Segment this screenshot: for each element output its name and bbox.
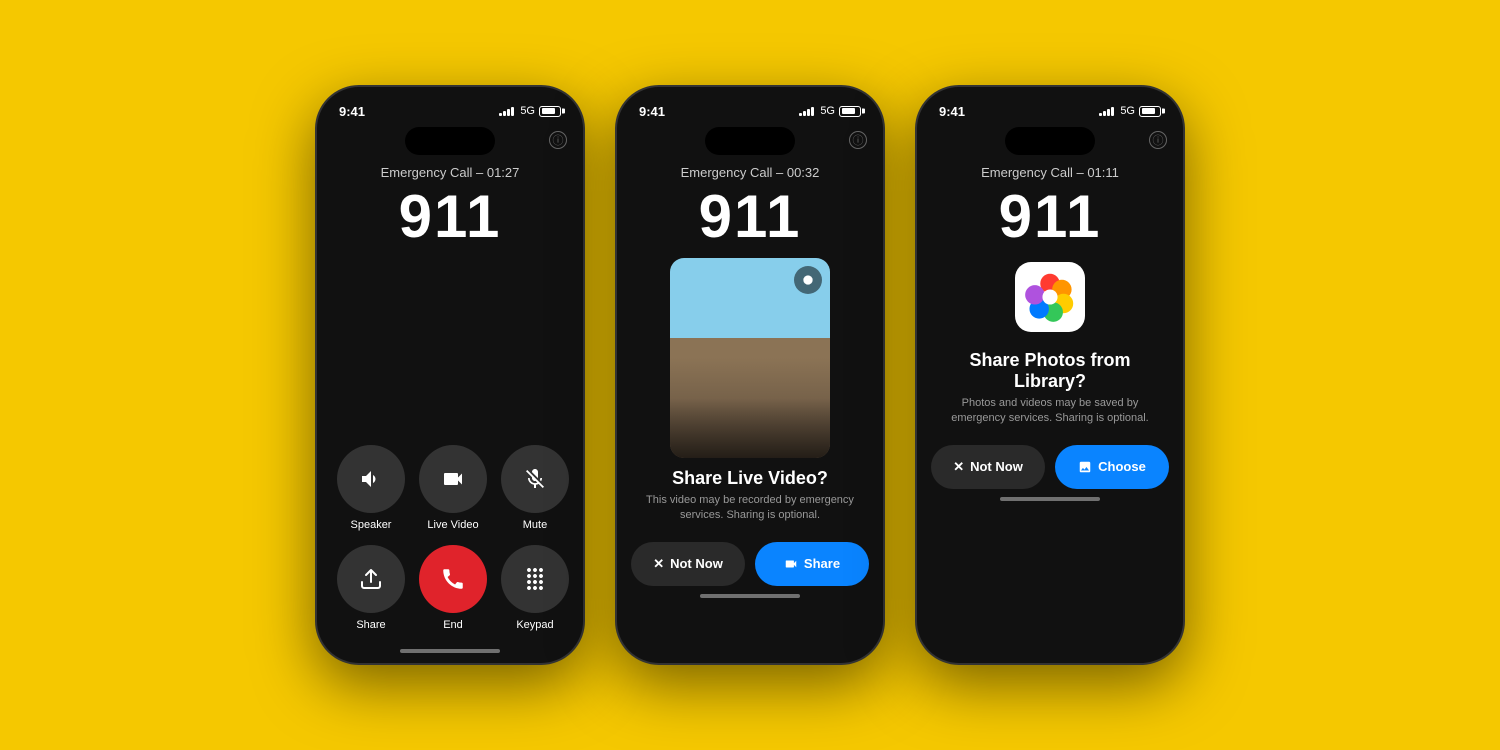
- info-button-1[interactable]: ⓘ: [549, 131, 567, 149]
- mute-circle: [501, 445, 569, 513]
- phone-2: 9:41 5G ⓘ Emergency Call – 00:32 911: [615, 85, 885, 665]
- time-2: 9:41: [639, 104, 665, 119]
- camera-indicator-icon: [801, 273, 815, 287]
- live-video-label: Live Video: [427, 519, 478, 531]
- share-label: Share: [356, 619, 385, 631]
- share-video-icon: [784, 557, 798, 571]
- keypad-circle: [501, 545, 569, 613]
- call-info-2: Emergency Call – 00:32 911: [617, 155, 883, 250]
- home-indicator-2: [700, 594, 800, 598]
- dynamic-island-2: [705, 127, 795, 155]
- status-bar-3: 9:41 5G: [917, 87, 1183, 123]
- battery-icon-3: [1139, 106, 1161, 117]
- home-indicator-3: [1000, 497, 1100, 501]
- status-bar-1: 9:41 5G: [317, 87, 583, 123]
- signal-icon-1: [499, 106, 514, 116]
- live-video-control[interactable]: Live Video: [419, 445, 487, 531]
- mute-control[interactable]: Mute: [501, 445, 569, 531]
- share-photos-title: Share Photos from Library?: [917, 340, 1183, 396]
- x-icon-2: ✕: [653, 556, 664, 572]
- status-icons-2: 5G: [799, 105, 861, 117]
- home-indicator-1: [400, 649, 500, 653]
- signal-icon-2: [799, 106, 814, 116]
- keypad-label: Keypad: [516, 619, 553, 631]
- battery-icon-2: [839, 106, 861, 117]
- keypad-control[interactable]: Keypad: [501, 545, 569, 631]
- speaker-icon: [359, 467, 383, 491]
- call-info-1: Emergency Call – 01:27 911: [317, 155, 583, 250]
- status-bar-2: 9:41 5G: [617, 87, 883, 123]
- battery-icon-1: [539, 106, 561, 117]
- speaker-circle: [337, 445, 405, 513]
- call-controls: Speaker Live Video Mute: [317, 425, 583, 641]
- dynamic-island-1: [405, 127, 495, 155]
- share-button[interactable]: Share: [755, 542, 869, 586]
- network-type-2: 5G: [820, 105, 835, 117]
- time-3: 9:41: [939, 104, 965, 119]
- speaker-control[interactable]: Speaker: [337, 445, 405, 531]
- video-shadow: [670, 398, 830, 458]
- call-number-3: 911: [917, 184, 1183, 250]
- share-video-actions: ✕ Not Now Share: [617, 534, 883, 586]
- end-label: End: [443, 619, 463, 631]
- share-photos-sub: Photos and videos may be saved by emerge…: [917, 396, 1183, 437]
- live-video-preview: [670, 258, 830, 458]
- photos-app-icon: [1015, 262, 1085, 332]
- mute-icon: [523, 467, 547, 491]
- status-icons-3: 5G: [1099, 105, 1161, 117]
- share-video-title: Share Live Video?: [617, 458, 883, 493]
- choose-button[interactable]: Choose: [1055, 445, 1169, 489]
- keypad-icon: [523, 567, 547, 591]
- status-icons-1: 5G: [499, 105, 561, 117]
- speaker-label: Speaker: [351, 519, 392, 531]
- x-icon-3: ✕: [953, 459, 964, 475]
- call-label-2: Emergency Call – 00:32: [617, 165, 883, 180]
- share-icon: [359, 567, 383, 591]
- live-video-circle: [419, 445, 487, 513]
- mute-label: Mute: [523, 519, 547, 531]
- choose-photos-icon: [1078, 460, 1092, 474]
- camera-icon: [441, 467, 465, 491]
- call-info-3: Emergency Call – 01:11 911: [917, 155, 1183, 250]
- network-type-3: 5G: [1120, 105, 1135, 117]
- call-number-1: 911: [317, 184, 583, 250]
- share-control[interactable]: Share: [337, 545, 405, 631]
- dynamic-island-3: [1005, 127, 1095, 155]
- time-1: 9:41: [339, 104, 365, 119]
- share-circle: [337, 545, 405, 613]
- call-label-3: Emergency Call – 01:11: [917, 165, 1183, 180]
- phone-3: 9:41 5G ⓘ Emergency Call – 01:11 911: [915, 85, 1185, 665]
- end-call-icon: [440, 566, 466, 592]
- not-now-button-3[interactable]: ✕ Not Now: [931, 445, 1045, 489]
- info-button-3[interactable]: ⓘ: [1149, 131, 1167, 149]
- not-now-button-2[interactable]: ✕ Not Now: [631, 542, 745, 586]
- network-type-1: 5G: [520, 105, 535, 117]
- info-button-2[interactable]: ⓘ: [849, 131, 867, 149]
- photos-flower-icon: [1023, 270, 1077, 324]
- end-control[interactable]: End: [419, 545, 487, 631]
- end-circle: [419, 545, 487, 613]
- call-label-1: Emergency Call – 01:27: [317, 165, 583, 180]
- call-number-2: 911: [617, 184, 883, 250]
- signal-icon-3: [1099, 106, 1114, 116]
- share-video-sub: This video may be recorded by emergency …: [617, 493, 883, 534]
- share-photos-actions: ✕ Not Now Choose: [917, 437, 1183, 489]
- video-camera-indicator: [794, 266, 822, 294]
- phone-1: 9:41 5G ⓘ Emergency Call – 01:27 911: [315, 85, 585, 665]
